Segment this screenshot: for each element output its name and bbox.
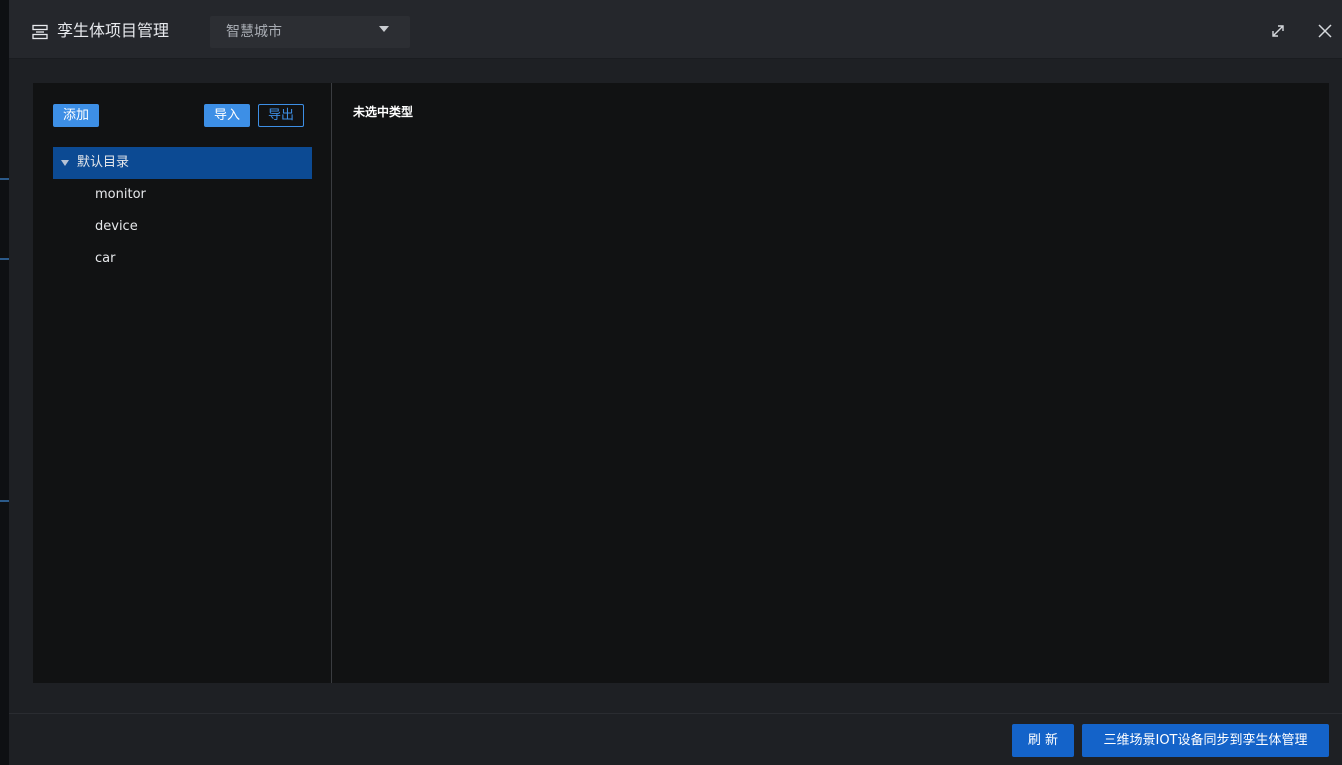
project-select[interactable]: 智慧城市 bbox=[210, 16, 410, 48]
tree-node-label: car bbox=[95, 251, 116, 266]
dialog-footer: 刷 新 三维场景IOT设备同步到孪生体管理 bbox=[9, 713, 1342, 765]
import-button[interactable]: 导入 bbox=[204, 104, 250, 127]
dialog-title: 孪生体项目管理 bbox=[57, 21, 170, 40]
close-icon[interactable] bbox=[1316, 22, 1334, 40]
tree-node-root[interactable]: 默认目录 bbox=[53, 147, 312, 179]
no-type-selected-text: 未选中类型 bbox=[353, 105, 414, 119]
caret-down-icon bbox=[379, 26, 389, 32]
add-button[interactable]: 添加 bbox=[53, 104, 99, 127]
dialog-body: 添加 导入 导出 默认目录 monitor device car 未选中类型 bbox=[33, 83, 1329, 683]
project-manager-dialog: 孪生体项目管理 智慧城市 添加 导入 导出 默认目录 monitor devic… bbox=[9, 0, 1342, 765]
tree-node-label: 默认目录 bbox=[77, 155, 130, 170]
tree-node-car[interactable]: car bbox=[53, 243, 312, 275]
dialog-header: 孪生体项目管理 智慧城市 bbox=[9, 0, 1342, 59]
list-panel-icon bbox=[32, 24, 48, 40]
tree-node-label: device bbox=[95, 219, 138, 234]
backdrop-left-edge bbox=[0, 0, 9, 765]
tree-node-monitor[interactable]: monitor bbox=[53, 179, 312, 211]
project-select-value: 智慧城市 bbox=[226, 24, 282, 40]
export-button[interactable]: 导出 bbox=[258, 104, 304, 127]
backdrop-mark bbox=[0, 178, 9, 180]
caret-down-icon[interactable] bbox=[61, 160, 69, 166]
backdrop-mark bbox=[0, 258, 9, 260]
type-tree-pane: 添加 导入 导出 默认目录 monitor device car bbox=[33, 83, 332, 683]
tree-node-device[interactable]: device bbox=[53, 211, 312, 243]
backdrop-mark bbox=[0, 500, 9, 502]
tree-node-label: monitor bbox=[95, 187, 146, 202]
expand-arrows-icon[interactable] bbox=[1269, 22, 1287, 40]
refresh-button[interactable]: 刷 新 bbox=[1012, 724, 1074, 757]
sync-iot-devices-button[interactable]: 三维场景IOT设备同步到孪生体管理 bbox=[1082, 724, 1329, 757]
